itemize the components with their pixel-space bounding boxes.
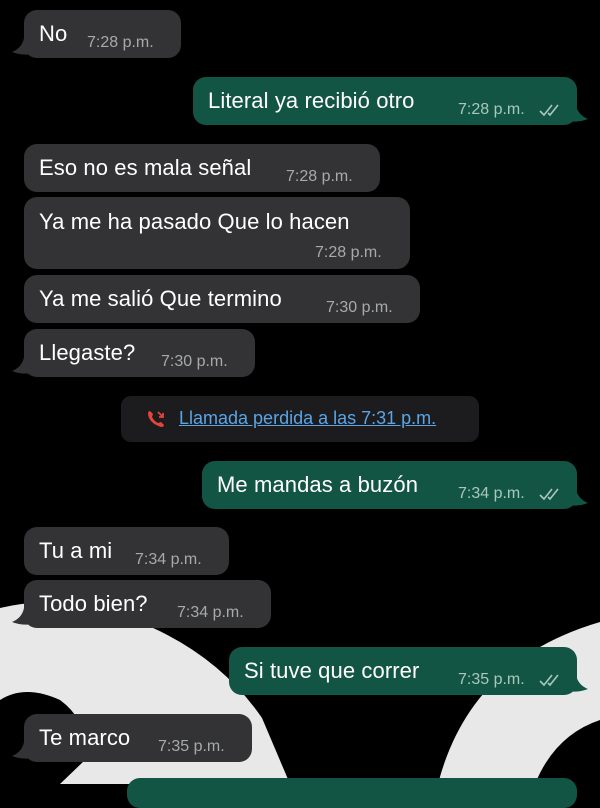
message-time: 7:34 p.m. xyxy=(177,604,244,621)
message-bubble-incoming[interactable]: Llegaste? 7:30 p.m. xyxy=(24,329,255,377)
message-bubble-outgoing[interactable]: Literal ya recibió otro 7:28 p.m. xyxy=(193,77,577,125)
message-time: 7:35 p.m. xyxy=(158,738,225,755)
message-text: Me mandas a buzón xyxy=(217,472,419,497)
bubble-tail xyxy=(566,489,588,506)
message-text: Ya me ha pasado Que lo hacen xyxy=(39,209,350,234)
message-bubble-incoming[interactable]: Tu a mi 7:34 p.m. xyxy=(24,527,229,575)
message-time: 7:30 p.m. xyxy=(161,353,228,370)
message-bubble-outgoing-partial[interactable] xyxy=(127,778,577,808)
message-time: 7:28 p.m. xyxy=(458,101,525,118)
bubble-tail xyxy=(12,38,34,55)
message-text: Literal ya recibió otro xyxy=(208,88,415,113)
message-bubble-incoming[interactable]: Todo bien? 7:34 p.m. xyxy=(24,580,271,628)
missed-call-icon xyxy=(148,411,164,427)
message-bubble-incoming[interactable]: Eso no es mala señal 7:28 p.m. xyxy=(24,144,380,192)
message-bubble-incoming[interactable]: Ya me ha pasado Que lo hacen 7:28 p.m. xyxy=(24,197,410,269)
message-text: Tu a mi xyxy=(39,538,113,563)
message-time: 7:34 p.m. xyxy=(135,551,202,568)
bubble-tail xyxy=(566,105,588,122)
message-bubble-outgoing[interactable]: Me mandas a buzón 7:34 p.m. xyxy=(202,461,577,509)
message-time: 7:28 p.m. xyxy=(286,168,353,185)
message-text: Ya me salió Que termino xyxy=(39,286,282,311)
message-text: No xyxy=(39,21,68,46)
bubble-tail xyxy=(12,742,34,759)
read-double-check-icon xyxy=(539,104,559,117)
read-double-check-icon xyxy=(539,674,559,687)
read-double-check-icon xyxy=(539,488,559,501)
bubble-tail xyxy=(12,608,34,625)
message-bubble-incoming[interactable]: Ya me salió Que termino 7:30 p.m. xyxy=(24,275,420,323)
message-text: Eso no es mala señal xyxy=(39,155,252,180)
message-bubble-outgoing[interactable]: Si tuve que correr 7:35 p.m. xyxy=(229,647,577,695)
message-text: Llegaste? xyxy=(39,340,136,365)
message-time: 7:28 p.m. xyxy=(87,34,154,51)
bubble-tail xyxy=(566,675,588,692)
message-time: 7:35 p.m. xyxy=(458,671,525,688)
message-text: Si tuve que correr xyxy=(244,658,420,683)
message-text: Te marco xyxy=(39,725,131,750)
message-time: 7:30 p.m. xyxy=(326,299,393,316)
message-time: 7:28 p.m. xyxy=(315,244,382,261)
missed-call-link[interactable]: Llamada perdida a las 7:31 p.m. xyxy=(179,408,436,429)
message-time: 7:34 p.m. xyxy=(458,485,525,502)
message-bubble-incoming[interactable]: No 7:28 p.m. xyxy=(24,10,181,58)
bubble-tail xyxy=(12,357,34,374)
message-bubble-incoming[interactable]: Te marco 7:35 p.m. xyxy=(24,714,252,762)
missed-call-notice[interactable]: Llamada perdida a las 7:31 p.m. xyxy=(121,396,479,442)
message-text: Todo bien? xyxy=(39,591,148,616)
